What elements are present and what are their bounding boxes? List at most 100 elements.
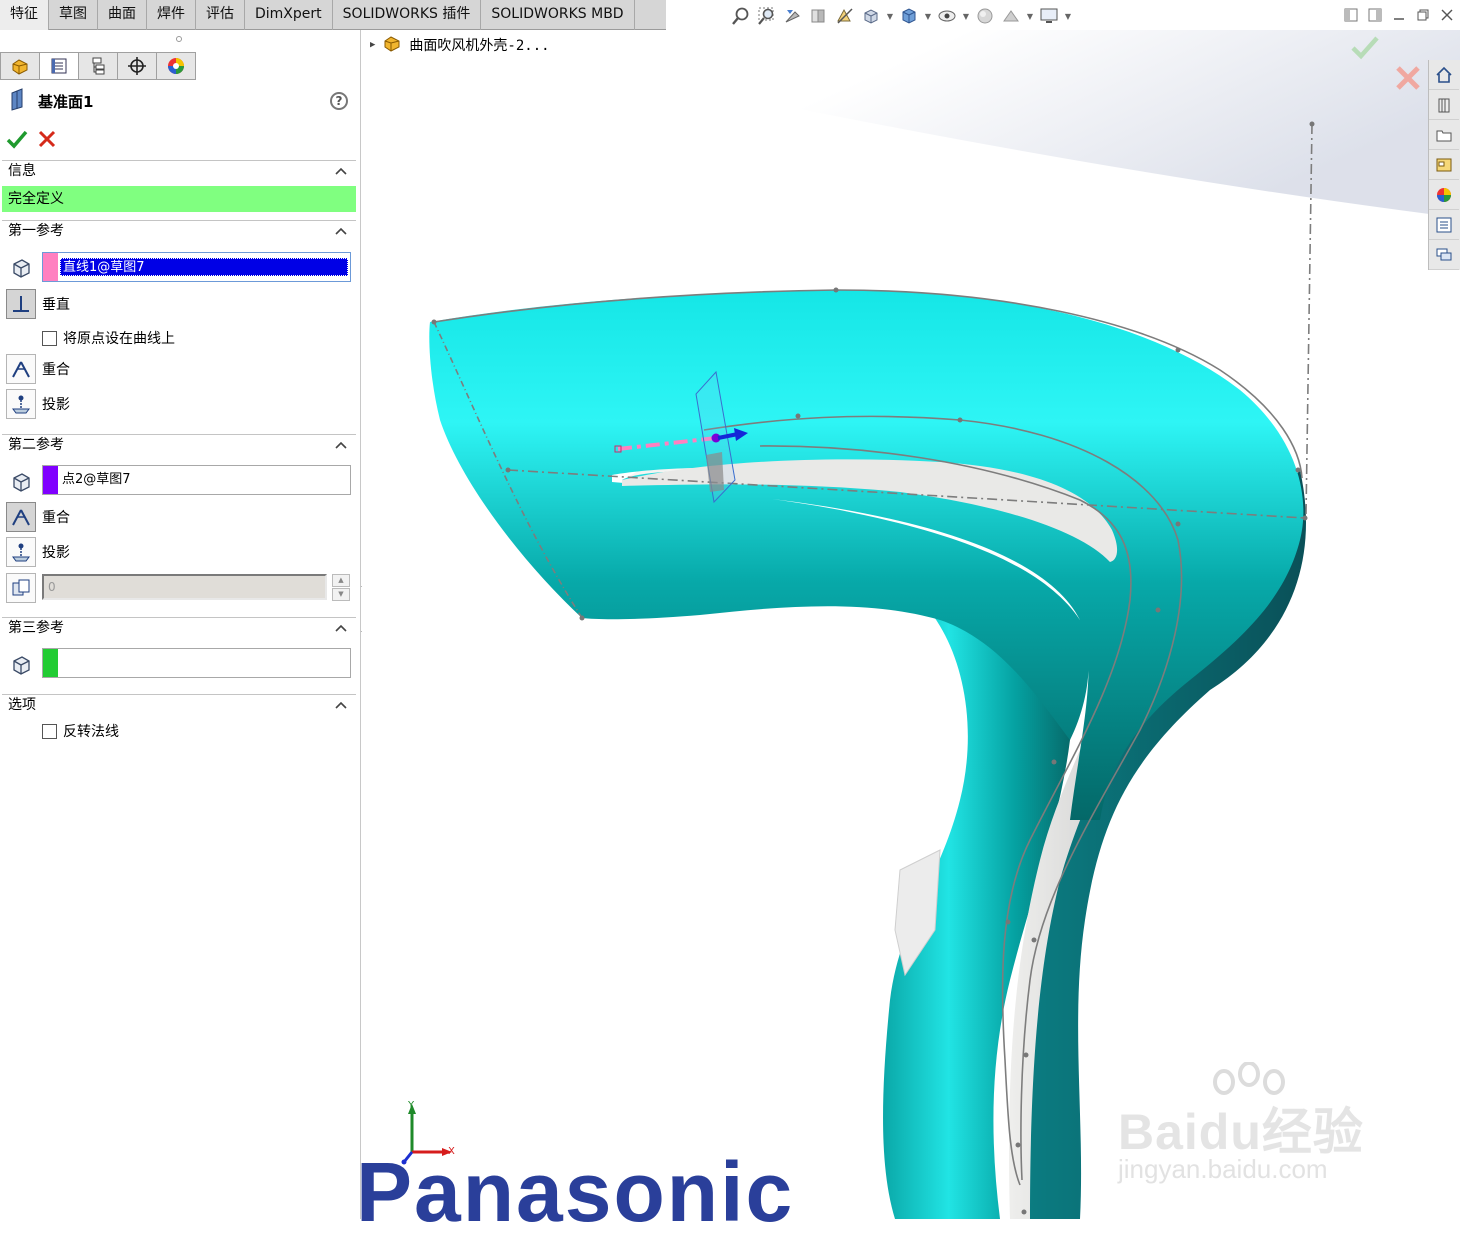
- perpendicular-icon[interactable]: [6, 289, 36, 319]
- spin-up-icon[interactable]: ▲: [332, 574, 350, 587]
- project-icon[interactable]: [6, 537, 36, 567]
- dynamic-annotation-icon[interactable]: [834, 5, 856, 27]
- file-explorer-icon[interactable]: [1429, 150, 1459, 180]
- chevron-up-icon[interactable]: [334, 438, 348, 452]
- first-reference-header[interactable]: 第一参考: [2, 220, 356, 242]
- shell-top-body: [429, 290, 1304, 820]
- custom-properties-icon[interactable]: [1429, 210, 1459, 240]
- hide-show-dropdown-icon[interactable]: ▼: [962, 12, 970, 21]
- chevron-up-icon[interactable]: [334, 621, 348, 635]
- spin-down-icon[interactable]: ▼: [332, 588, 350, 601]
- second-reference-row: [6, 466, 36, 498]
- cancel-button[interactable]: [36, 128, 58, 150]
- options-header[interactable]: 选项: [2, 694, 356, 716]
- tab-evaluate[interactable]: 评估: [196, 0, 245, 30]
- close-icon[interactable]: [1438, 4, 1456, 26]
- section-view-icon[interactable]: [808, 5, 830, 27]
- first-reference-selection[interactable]: 直线1@草图7: [60, 258, 348, 276]
- view-settings-dropdown-icon[interactable]: ▼: [1064, 12, 1072, 21]
- coincident-option-2[interactable]: 重合: [6, 501, 70, 533]
- design-library-icon[interactable]: [1429, 120, 1459, 150]
- ok-button[interactable]: [6, 128, 28, 150]
- first-reference-row: [6, 252, 36, 284]
- tab-propertymanager[interactable]: [39, 52, 79, 80]
- third-reference-header[interactable]: 第三参考: [2, 617, 356, 639]
- third-reference-selection-box[interactable]: [42, 648, 351, 678]
- zoom-to-fit-icon[interactable]: [730, 5, 752, 27]
- display-style-dropdown-icon[interactable]: ▼: [924, 12, 932, 21]
- restore-icon[interactable]: [1414, 4, 1432, 26]
- third-reference-selection[interactable]: [60, 654, 64, 672]
- chevron-up-icon[interactable]: [334, 164, 348, 178]
- feature-title: 基准面1: [8, 88, 93, 114]
- edit-appearance-icon[interactable]: [974, 5, 996, 27]
- view-orientation-icon[interactable]: [860, 5, 882, 27]
- project-label-1: 投影: [42, 397, 70, 413]
- panel-splitter-handle[interactable]: [176, 36, 182, 42]
- distance-icon[interactable]: [6, 573, 36, 603]
- help-icon[interactable]: ?: [330, 92, 348, 110]
- resources-icon[interactable]: [1429, 90, 1459, 120]
- chevron-up-icon[interactable]: [334, 224, 348, 238]
- apply-scene-dropdown-icon[interactable]: ▼: [1026, 12, 1034, 21]
- coincident-icon[interactable]: [6, 354, 36, 384]
- tab-features[interactable]: 特征: [0, 0, 49, 30]
- distance-input[interactable]: 0: [42, 574, 327, 600]
- appearances-icon[interactable]: [1429, 180, 1459, 210]
- minimize-icon[interactable]: [1390, 4, 1408, 26]
- project-option-1[interactable]: 投影: [6, 388, 70, 420]
- second-reference-selection[interactable]: 点2@草图7: [60, 471, 133, 489]
- project-option-2[interactable]: 投影: [6, 536, 70, 568]
- tab-solidworks-addins[interactable]: SOLIDWORKS 插件: [333, 0, 482, 30]
- perpendicular-option[interactable]: 垂直: [6, 288, 70, 320]
- display-style-icon[interactable]: [898, 5, 920, 27]
- second-reference-selection-box[interactable]: 点2@草图7: [42, 465, 351, 495]
- tab-sketch[interactable]: 草图: [49, 0, 98, 30]
- zoom-area-icon[interactable]: [756, 5, 778, 27]
- task-pane: [1428, 60, 1460, 270]
- tab-configurationmanager[interactable]: [78, 52, 118, 80]
- tab-surfaces[interactable]: 曲面: [98, 0, 147, 30]
- tab-featuremanager[interactable]: [0, 52, 40, 80]
- tab-solidworks-mbd[interactable]: SOLIDWORKS MBD: [481, 0, 635, 30]
- home-icon[interactable]: [1429, 60, 1459, 90]
- tab-displaymanager[interactable]: [156, 52, 196, 80]
- hide-show-icon[interactable]: [936, 5, 958, 27]
- distance-option: [6, 572, 36, 604]
- flip-normal-checkbox[interactable]: [42, 723, 57, 739]
- triad-y-label: Y: [408, 1100, 415, 1111]
- tile-left-icon[interactable]: [1342, 4, 1360, 26]
- project-label-2: 投影: [42, 545, 70, 561]
- apply-scene-icon[interactable]: [1000, 5, 1022, 27]
- view-settings-icon[interactable]: [1038, 5, 1060, 27]
- confirmation-cancel-icon[interactable]: [1394, 64, 1422, 92]
- first-reference-title: 第一参考: [8, 223, 64, 239]
- forum-icon[interactable]: [1429, 240, 1459, 270]
- view-orientation-dropdown-icon[interactable]: ▼: [886, 12, 894, 21]
- graphics-area[interactable]: Y X: [362, 30, 1460, 1219]
- flip-normal-option[interactable]: 反转法线: [42, 721, 119, 741]
- options-title: 选项: [8, 697, 36, 713]
- second-reference-header[interactable]: 第二参考: [2, 434, 356, 456]
- tile-right-icon[interactable]: [1366, 4, 1384, 26]
- origin-on-curve-checkbox[interactable]: [42, 330, 57, 346]
- origin-on-curve-option[interactable]: 将原点设在曲线上: [42, 328, 175, 348]
- first-reference-color-swatch: [43, 253, 58, 281]
- coincident-option-1[interactable]: 重合: [6, 353, 70, 385]
- feature-tree-root[interactable]: ▶ 曲面吹风机外壳-2...: [370, 34, 550, 56]
- first-reference-selection-box[interactable]: 直线1@草图7: [42, 252, 351, 282]
- previous-view-icon[interactable]: [782, 5, 804, 27]
- tab-dimxpert[interactable]: DimXpert: [245, 0, 333, 30]
- tab-dimxpertmanager[interactable]: [117, 52, 157, 80]
- property-manager-panel: 基准面1 ? 信息 完全定义 第一参考 直线1@草图7 垂直 将原点设在曲线上 …: [0, 30, 361, 1219]
- project-icon[interactable]: [6, 389, 36, 419]
- chevron-up-icon[interactable]: [334, 698, 348, 712]
- third-reference-title: 第三参考: [8, 620, 64, 636]
- coincident-icon[interactable]: [6, 502, 36, 532]
- expand-arrow-icon[interactable]: ▶: [370, 40, 375, 50]
- tab-weldments[interactable]: 焊件: [147, 0, 196, 30]
- confirmation-ok-icon[interactable]: [1350, 34, 1380, 62]
- info-group-header[interactable]: 信息: [2, 160, 356, 182]
- reference-entity-icon: [6, 253, 36, 283]
- heads-up-view-toolbar: ▼ ▼ ▼ ▼ ▼: [730, 4, 1090, 28]
